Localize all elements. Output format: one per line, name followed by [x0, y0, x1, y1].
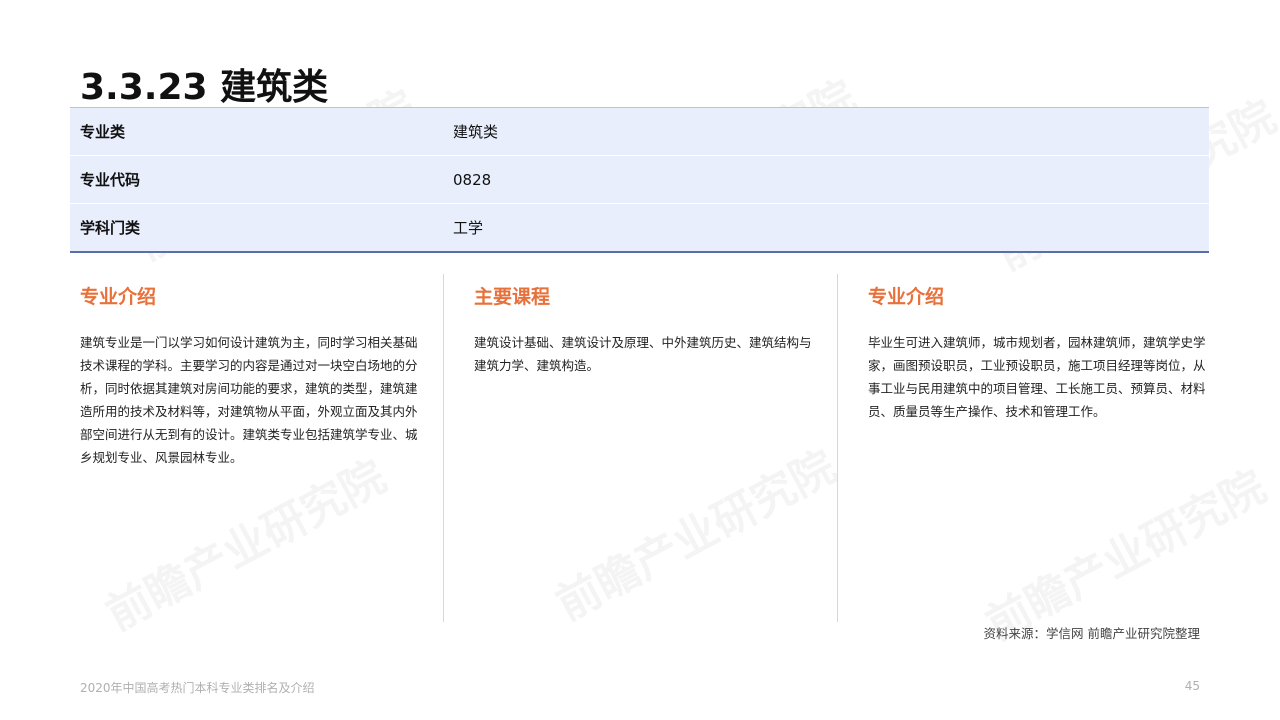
footer-title: 2020年中国高考热门本科专业类排名及介绍: [80, 681, 315, 695]
section-heading: 主要课程: [474, 286, 551, 308]
row-label: 专业类: [70, 107, 443, 156]
column-divider: [837, 274, 838, 622]
source-note: 资料来源：学信网 前瞻产业研究院整理: [983, 626, 1200, 641]
row-value: 建筑类: [443, 107, 1209, 156]
section-heading: 专业介绍: [80, 286, 157, 308]
intro-column: 专业介绍 建筑专业是一门以学习如何设计建筑为主，同时学习相关基础技术课程的学科。…: [80, 274, 420, 622]
table-row: 专业类 建筑类: [70, 107, 1209, 156]
info-table: 专业类 建筑类 专业代码 0828 学科门类 工学: [70, 107, 1209, 253]
page-number: 45: [1184, 679, 1200, 693]
table-row: 专业代码 0828: [70, 155, 1209, 204]
career-column: 专业介绍 毕业生可进入建筑师，城市规划者，园林建筑师，建筑学史学家，画图预设职员…: [868, 274, 1208, 622]
column-divider: [443, 274, 444, 622]
section-body: 建筑设计基础、建筑设计及原理、中外建筑历史、建筑结构与建筑力学、建筑构造。: [474, 335, 812, 373]
table-row: 学科门类 工学: [70, 204, 1209, 253]
section-body: 毕业生可进入建筑师，城市规划者，园林建筑师，建筑学史学家，画图预设职员，工业预设…: [868, 335, 1206, 419]
section-body: 建筑专业是一门以学习如何设计建筑为主，同时学习相关基础技术课程的学科。主要学习的…: [80, 335, 418, 465]
page-title: 3.3.23 建筑类: [80, 67, 329, 108]
row-value: 工学: [453, 219, 484, 237]
courses-column: 主要课程 建筑设计基础、建筑设计及原理、中外建筑历史、建筑结构与建筑力学、建筑构…: [474, 274, 814, 622]
row-value: 0828: [443, 155, 1209, 204]
row-label: 专业代码: [70, 155, 443, 204]
section-heading: 专业介绍: [868, 286, 945, 308]
row-label: 学科门类: [80, 219, 141, 237]
